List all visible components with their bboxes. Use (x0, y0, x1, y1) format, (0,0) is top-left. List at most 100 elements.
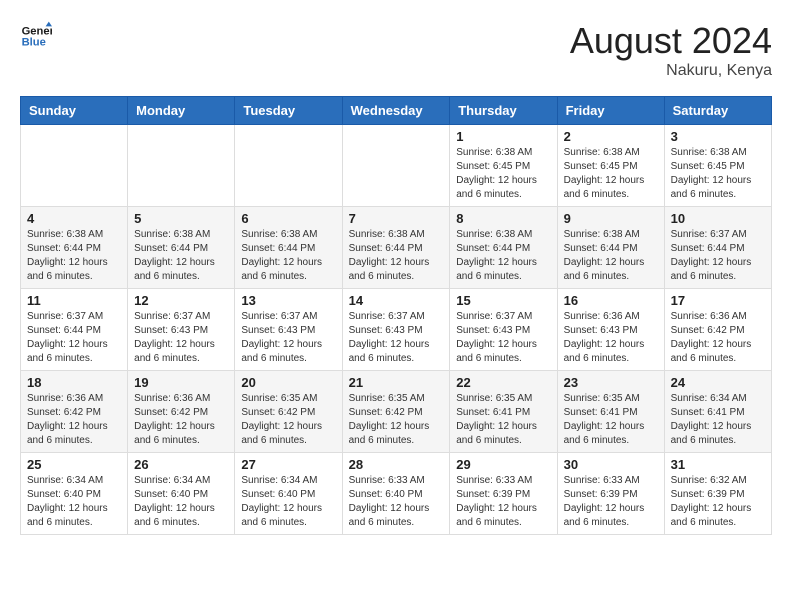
calendar-cell: 5 Sunrise: 6:38 AMSunset: 6:44 PMDaylight… (128, 207, 235, 289)
calendar-cell (342, 125, 450, 207)
calendar-table: SundayMondayTuesdayWednesdayThursdayFrid… (20, 96, 772, 535)
calendar-cell: 27 Sunrise: 6:34 AMSunset: 6:40 PMDayligh… (235, 453, 342, 535)
day-number: 27 (241, 457, 335, 472)
calendar-cell: 17Sunrise: 6:36 AMSunset: 6:42 PMDayligh… (664, 289, 771, 371)
page-header: General Blue August 2024 Nakuru, Kenya (20, 20, 772, 80)
calendar-cell: 28 Sunrise: 6:33 AMSunset: 6:40 PMDayligh… (342, 453, 450, 535)
day-info: Sunrise: 6:35 AMSunset: 6:41 PMDaylight:… (456, 392, 550, 448)
day-number: 18 (27, 375, 121, 390)
day-number: 24 (671, 375, 765, 390)
day-number: 5 (134, 211, 228, 226)
calendar-cell: 11Sunrise: 6:37 AMSunset: 6:44 PMDayligh… (21, 289, 128, 371)
calendar-cell: 16 Sunrise: 6:36 AMSunset: 6:43 PMDayligh… (557, 289, 664, 371)
day-info: Sunrise: 6:37 AMSunset: 6:43 PMDaylight:… (349, 310, 444, 366)
day-info: Sunrise: 6:37 AMSunset: 6:43 PMDaylight:… (134, 310, 228, 366)
day-of-week-header: Wednesday (342, 97, 450, 125)
day-info: Sunrise: 6:38 AMSunset: 6:45 PMDaylight:… (564, 146, 658, 202)
calendar-cell: 6 Sunrise: 6:38 AMSunset: 6:44 PMDaylight… (235, 207, 342, 289)
day-info: Sunrise: 6:36 AMSunset: 6:42 PMDaylight:… (27, 392, 121, 448)
day-info: Sunrise: 6:33 AMSunset: 6:40 PMDaylight:… (349, 474, 444, 530)
day-info: Sunrise: 6:35 AMSunset: 6:41 PMDaylight:… (564, 392, 658, 448)
day-number: 16 (564, 293, 658, 308)
calendar-cell: 20 Sunrise: 6:35 AMSunset: 6:42 PMDayligh… (235, 371, 342, 453)
day-number: 13 (241, 293, 335, 308)
calendar-cell: 14Sunrise: 6:37 AMSunset: 6:43 PMDayligh… (342, 289, 450, 371)
calendar-cell: 26Sunrise: 6:34 AMSunset: 6:40 PMDayligh… (128, 453, 235, 535)
day-number: 26 (134, 457, 228, 472)
calendar-header-row: SundayMondayTuesdayWednesdayThursdayFrid… (21, 97, 772, 125)
day-info: Sunrise: 6:35 AMSunset: 6:42 PMDaylight:… (241, 392, 335, 448)
day-number: 1 (456, 129, 550, 144)
calendar-cell: 30 Sunrise: 6:33 AMSunset: 6:39 PMDayligh… (557, 453, 664, 535)
svg-text:General: General (22, 25, 52, 37)
day-info: Sunrise: 6:35 AMSunset: 6:42 PMDaylight:… (349, 392, 444, 448)
day-info: Sunrise: 6:38 AMSunset: 6:44 PMDaylight:… (564, 228, 658, 284)
day-number: 25 (27, 457, 121, 472)
day-info: Sunrise: 6:32 AMSunset: 6:39 PMDaylight:… (671, 474, 765, 530)
calendar-cell: 15 Sunrise: 6:37 AMSunset: 6:43 PMDayligh… (450, 289, 557, 371)
calendar-cell: 13 Sunrise: 6:37 AMSunset: 6:43 PMDayligh… (235, 289, 342, 371)
calendar-cell: 10Sunrise: 6:37 AMSunset: 6:44 PMDayligh… (664, 207, 771, 289)
calendar-cell: 4 Sunrise: 6:38 AMSunset: 6:44 PMDaylight… (21, 207, 128, 289)
calendar-cell (21, 125, 128, 207)
calendar-cell: 1 Sunrise: 6:38 AMSunset: 6:45 PMDaylight… (450, 125, 557, 207)
day-number: 12 (134, 293, 228, 308)
calendar-cell: 24Sunrise: 6:34 AMSunset: 6:41 PMDayligh… (664, 371, 771, 453)
day-of-week-header: Monday (128, 97, 235, 125)
logo-icon: General Blue (20, 20, 52, 52)
day-info: Sunrise: 6:38 AMSunset: 6:44 PMDaylight:… (134, 228, 228, 284)
day-number: 7 (349, 211, 444, 226)
calendar-cell: 29 Sunrise: 6:33 AMSunset: 6:39 PMDayligh… (450, 453, 557, 535)
day-of-week-header: Tuesday (235, 97, 342, 125)
day-info: Sunrise: 6:37 AMSunset: 6:43 PMDaylight:… (241, 310, 335, 366)
day-number: 21 (349, 375, 444, 390)
calendar-cell: 31Sunrise: 6:32 AMSunset: 6:39 PMDayligh… (664, 453, 771, 535)
day-number: 30 (564, 457, 658, 472)
day-number: 23 (564, 375, 658, 390)
day-info: Sunrise: 6:36 AMSunset: 6:43 PMDaylight:… (564, 310, 658, 366)
day-info: Sunrise: 6:38 AMSunset: 6:44 PMDaylight:… (349, 228, 444, 284)
calendar-cell: 9 Sunrise: 6:38 AMSunset: 6:44 PMDaylight… (557, 207, 664, 289)
calendar-week-row: 11Sunrise: 6:37 AMSunset: 6:44 PMDayligh… (21, 289, 772, 371)
calendar-week-row: 1 Sunrise: 6:38 AMSunset: 6:45 PMDaylight… (21, 125, 772, 207)
day-number: 11 (27, 293, 121, 308)
day-info: Sunrise: 6:38 AMSunset: 6:44 PMDaylight:… (27, 228, 121, 284)
month-year: August 2024 (570, 20, 772, 62)
day-number: 29 (456, 457, 550, 472)
day-number: 15 (456, 293, 550, 308)
day-info: Sunrise: 6:34 AMSunset: 6:40 PMDaylight:… (27, 474, 121, 530)
calendar-cell: 25 Sunrise: 6:34 AMSunset: 6:40 PMDayligh… (21, 453, 128, 535)
day-number: 8 (456, 211, 550, 226)
location: Nakuru, Kenya (570, 62, 772, 80)
day-info: Sunrise: 6:38 AMSunset: 6:44 PMDaylight:… (456, 228, 550, 284)
svg-text:Blue: Blue (22, 37, 46, 49)
day-info: Sunrise: 6:34 AMSunset: 6:40 PMDaylight:… (241, 474, 335, 530)
logo: General Blue (20, 20, 56, 52)
calendar-cell: 22Sunrise: 6:35 AMSunset: 6:41 PMDayligh… (450, 371, 557, 453)
day-of-week-header: Sunday (21, 97, 128, 125)
day-info: Sunrise: 6:38 AMSunset: 6:44 PMDaylight:… (241, 228, 335, 284)
day-info: Sunrise: 6:37 AMSunset: 6:43 PMDaylight:… (456, 310, 550, 366)
calendar-cell: 19Sunrise: 6:36 AMSunset: 6:42 PMDayligh… (128, 371, 235, 453)
day-info: Sunrise: 6:33 AMSunset: 6:39 PMDaylight:… (564, 474, 658, 530)
calendar-cell: 12 Sunrise: 6:37 AMSunset: 6:43 PMDayligh… (128, 289, 235, 371)
day-number: 28 (349, 457, 444, 472)
day-number: 2 (564, 129, 658, 144)
calendar-week-row: 4 Sunrise: 6:38 AMSunset: 6:44 PMDaylight… (21, 207, 772, 289)
day-of-week-header: Thursday (450, 97, 557, 125)
day-info: Sunrise: 6:36 AMSunset: 6:42 PMDaylight:… (134, 392, 228, 448)
calendar-cell (128, 125, 235, 207)
calendar-cell: 18 Sunrise: 6:36 AMSunset: 6:42 PMDayligh… (21, 371, 128, 453)
calendar-cell: 21 Sunrise: 6:35 AMSunset: 6:42 PMDayligh… (342, 371, 450, 453)
day-number: 4 (27, 211, 121, 226)
day-number: 6 (241, 211, 335, 226)
day-number: 9 (564, 211, 658, 226)
day-info: Sunrise: 6:33 AMSunset: 6:39 PMDaylight:… (456, 474, 550, 530)
calendar-cell: 7 Sunrise: 6:38 AMSunset: 6:44 PMDaylight… (342, 207, 450, 289)
calendar-cell: 8 Sunrise: 6:38 AMSunset: 6:44 PMDaylight… (450, 207, 557, 289)
day-info: Sunrise: 6:38 AMSunset: 6:45 PMDaylight:… (671, 146, 765, 202)
calendar-week-row: 18 Sunrise: 6:36 AMSunset: 6:42 PMDayligh… (21, 371, 772, 453)
day-info: Sunrise: 6:37 AMSunset: 6:44 PMDaylight:… (671, 228, 765, 284)
day-info: Sunrise: 6:38 AMSunset: 6:45 PMDaylight:… (456, 146, 550, 202)
day-number: 20 (241, 375, 335, 390)
